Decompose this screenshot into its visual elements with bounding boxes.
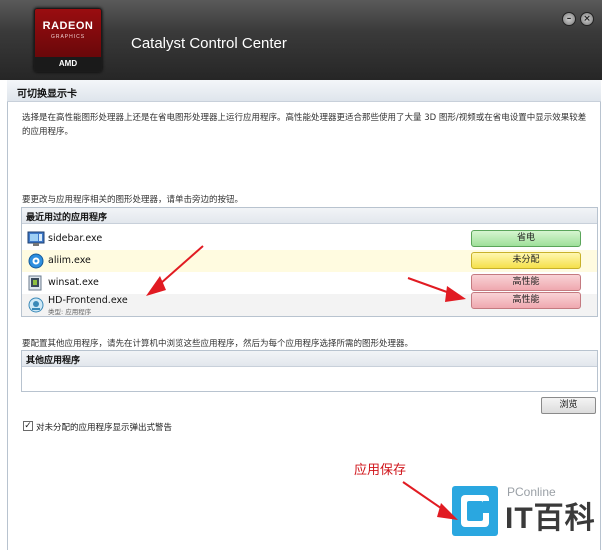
logo-sub-text: GRAPHICS <box>50 34 86 40</box>
list-item[interactable]: aliim.exe 未分配 <box>22 250 597 272</box>
other-apps-header-label: 其他应用程序 <box>26 356 81 366</box>
browse-button[interactable]: 浏览 <box>541 397 596 414</box>
gpu-mode-button[interactable]: 高性能 <box>471 292 581 309</box>
minimize-button[interactable]: – <box>562 12 576 26</box>
other-apps-instruction: 要配置其他应用程序，请先在计算机中浏览这些应用程序，然后为每个应用程序选择所需的… <box>22 339 414 349</box>
panel-title-bar: 可切换显示卡 <box>7 80 601 102</box>
panel-title: 可切换显示卡 <box>17 89 77 100</box>
hd-frontend-icon <box>28 297 44 313</box>
app-name: winsat.exe <box>48 277 99 288</box>
annotation-text: 应用保存 <box>354 463 407 478</box>
close-button[interactable]: × <box>580 12 594 26</box>
gpu-mode-button[interactable]: 省电 <box>471 230 581 247</box>
logo-brand: AMD <box>35 57 101 71</box>
sidebar-icon <box>27 231 45 246</box>
recent-apps-header-label: 最近用过的应用程序 <box>26 213 108 223</box>
panel-instruction: 要更改与应用程序相关的图形处理器，请单击旁边的按钮。 <box>22 195 244 205</box>
other-apps-header: 其他应用程序 <box>22 351 597 367</box>
popup-warning-label: 对未分配的应用程序显示弹出式警告 <box>36 423 173 433</box>
app-name: sidebar.exe <box>48 233 103 244</box>
watermark-big: IT百科 <box>505 502 596 535</box>
aliim-icon <box>28 253 44 269</box>
list-item[interactable]: winsat.exe 高性能 <box>22 272 597 294</box>
gpu-mode-button[interactable]: 高性能 <box>471 274 581 291</box>
app-type: 类型: 应用程序 <box>48 308 92 316</box>
logo-text: RADEON <box>42 20 94 32</box>
pconline-logo-icon <box>452 486 498 536</box>
app-header: RADEON GRAPHICS AMD Catalyst Control Cen… <box>0 0 602 80</box>
other-apps-list[interactable]: 其他应用程序 <box>21 350 598 392</box>
list-item[interactable]: HD-Frontend.exe 类型: 应用程序 高性能 <box>22 292 597 316</box>
popup-warning-checkbox[interactable]: ✓ <box>23 421 33 431</box>
panel-description: 选择是在高性能图形处理器上还是在省电图形处理器上运行应用程序。高性能处理器更适合… <box>22 113 587 137</box>
app-name: aliim.exe <box>48 255 91 266</box>
app-name: HD-Frontend.exe <box>48 295 128 306</box>
winsat-icon <box>28 275 42 291</box>
list-item[interactable]: sidebar.exe 省电 <box>22 228 597 250</box>
recent-apps-header: 最近用过的应用程序 <box>22 208 597 224</box>
gpu-mode-button[interactable]: 未分配 <box>471 252 581 269</box>
radeon-logo: RADEON GRAPHICS AMD <box>34 8 102 72</box>
watermark-small: PConline <box>507 485 556 499</box>
app-title: Catalyst Control Center <box>131 35 287 52</box>
recent-apps-list: 最近用过的应用程序 sidebar.exe 省电 aliim.exe 未分配 w… <box>21 207 598 317</box>
